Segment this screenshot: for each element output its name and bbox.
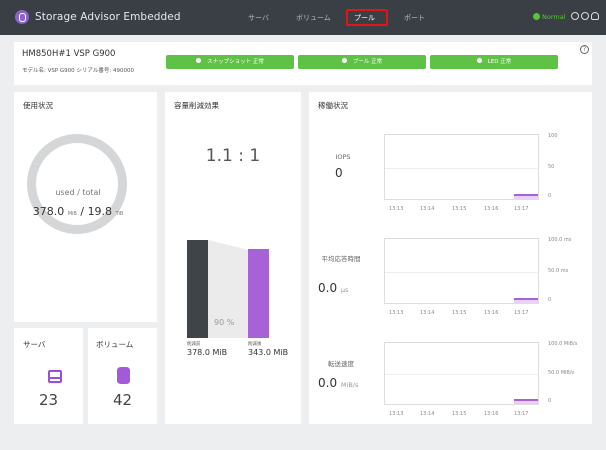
xtick: 13:15 [452,206,467,212]
xtick: 13:14 [420,411,435,417]
usage-title: 使用状況 [23,101,53,110]
chart-line [514,399,538,401]
xtick: 13:15 [452,411,467,417]
bar-before-reduction [187,240,208,338]
chart-gridline [385,374,538,375]
ytick: 100.0 MiB/s [548,341,578,347]
used-unit: MiB [67,211,77,217]
active-tab-highlight [346,9,388,26]
reduction-title: 容量削減効果 [174,101,219,110]
xtick: 13:16 [484,206,499,212]
before-caption: 削減前 [187,342,201,347]
status-dot-icon [476,58,482,63]
reduction-ratio: 1.1 : 1 [205,146,261,166]
tab-volumes[interactable]: ボリューム [296,13,331,23]
health-label: LED 正常 [487,59,512,65]
ytick: 100 [548,133,558,139]
total-unit: TiB [115,211,124,217]
device-header: HM850H#1 VSP G900 モデル名: VSP G900 シリアル番号:… [14,42,592,85]
tab-ports[interactable]: ポート [404,13,425,23]
volumes-count: 42 [112,391,133,409]
help-icon[interactable]: ? [580,45,589,54]
servers-count: 23 [38,391,59,409]
latency-number: 0.0 [318,281,338,295]
health-snapshot-badge[interactable]: スナップショット 正常 [166,55,294,69]
ytick: 0 [548,193,552,199]
throughput-value: 0.0 MiB/s [318,376,358,390]
ytick: 100.0 ms [548,237,572,243]
chart-gridline [385,272,538,273]
status-dot-icon [341,58,347,63]
servers-title: サーバ [23,340,46,349]
usage-value: 378.0 MiB / 19.8 TiB [14,205,142,218]
usage-donut [27,134,127,234]
xtick: 13:16 [484,411,499,417]
ytick: 50.0 MiB/s [548,370,575,376]
ytick: 0 [548,297,552,303]
status-dot-icon [533,13,540,20]
xtick: 13:17 [514,310,529,316]
xtick: 13:14 [420,310,435,316]
throughput-chart [384,342,539,405]
chart-gridline [385,168,538,169]
ytick: 50 [548,164,555,170]
total-value: 19.8 [87,205,113,218]
app-title: Storage Advisor Embedded [35,11,181,23]
device-model-line: モデル名: VSP G900 シリアル番号: 490000 [22,68,134,74]
xtick: 13:15 [452,310,467,316]
latency-unit: μs [340,286,349,294]
xtick: 13:17 [514,411,529,417]
ytick: 50.0 ms [548,268,569,274]
user-icon[interactable] [591,12,599,20]
usage-separator: / [80,205,85,218]
health-label: スナップショット 正常 [207,59,264,65]
reduction-percent: 90 % [214,318,235,327]
iops-chart [384,134,539,200]
xtick: 13:14 [420,206,435,212]
xtick: 13:17 [514,206,529,212]
latency-chart [384,238,539,304]
after-caption: 削減後 [248,342,262,347]
server-icon [48,370,62,383]
volume-icon [117,367,130,384]
health-label: プール 正常 [352,59,383,65]
app-logo-icon [15,10,29,24]
performance-title: 稼働状況 [318,101,348,110]
latency-label: 平均応答時間 [321,255,361,263]
used-value: 378.0 [32,205,65,218]
bar-after-reduction [248,249,269,338]
throughput-number: 0.0 [318,376,338,390]
health-led-badge[interactable]: LED 正常 [430,55,558,69]
xtick: 13:16 [484,310,499,316]
settings-icon[interactable] [571,12,579,20]
volumes-title: ボリューム [96,340,134,349]
latency-value: 0.0 μs [318,281,348,295]
top-bar: Storage Advisor Embedded サーバ ボリューム プール ポ… [0,0,606,35]
iops-label: IOPS [335,153,351,161]
xtick: 13:13 [389,206,404,212]
tab-servers[interactable]: サーバ [248,13,269,23]
throughput-label: 転送速度 [328,360,354,368]
iops-value: 0 [335,166,343,180]
system-status[interactable]: Normal [542,13,566,21]
status-dot-icon [196,58,202,63]
throughput-unit: MiB/s [340,381,359,389]
chart-line [514,298,538,300]
before-value: 378.0 MiB [187,348,228,357]
health-pool-badge[interactable]: プール 正常 [298,55,426,69]
xtick: 13:13 [389,411,404,417]
ytick: 0 [548,398,552,404]
usage-label: used / total [55,188,101,197]
chart-line [514,194,538,196]
device-name: HM850H#1 VSP G900 [22,49,116,59]
xtick: 13:13 [389,310,404,316]
after-value: 343.0 MiB [248,348,289,357]
info-icon[interactable] [581,12,589,20]
